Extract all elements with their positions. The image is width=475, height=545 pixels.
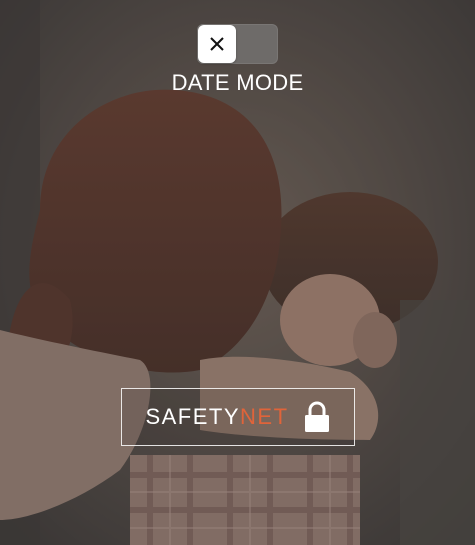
date-mode-label: DATE MODE [171,70,304,95]
safetynet-label: SAFETYNET [145,404,288,430]
close-icon [210,37,224,51]
lock-icon [304,401,329,432]
date-mode-screen: DATE MODE SAFETYNET [0,0,475,545]
date-mode-toggle[interactable] [197,24,278,64]
safetynet-label-part1: SAFETY [145,404,241,429]
toggle-knob[interactable] [198,25,236,63]
safetynet-label-part2: NET [240,404,289,429]
safetynet-button[interactable]: SAFETYNET [121,388,355,446]
